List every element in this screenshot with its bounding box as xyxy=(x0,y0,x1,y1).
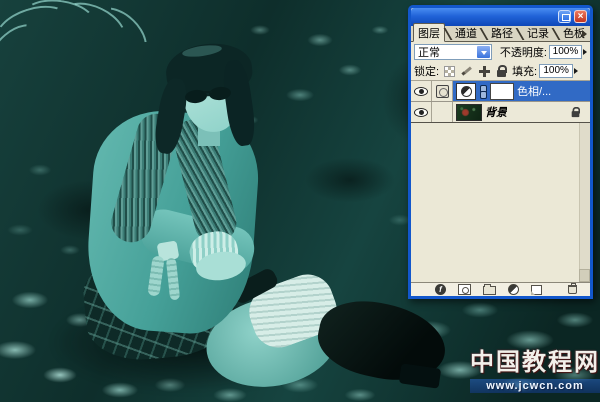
opacity-slider-arrow-icon[interactable] xyxy=(583,49,587,55)
dropdown-arrow-icon[interactable] xyxy=(475,45,491,59)
fill-label: 填充: xyxy=(512,66,538,78)
screenshot-root: 中国教程网 www.jcwcn.com × 图层 通道 路径 记录 色板 正常 … xyxy=(0,0,600,402)
layer-row-content[interactable]: 色相/... xyxy=(453,81,590,101)
link-cell[interactable] xyxy=(432,102,453,122)
delete-layer-icon[interactable] xyxy=(568,283,577,294)
tab-layers[interactable]: 图层 xyxy=(413,23,445,42)
layers-palette: × 图层 通道 路径 记录 色板 正常 不透明度: 100% 锁定: 填充: 1… xyxy=(408,5,593,299)
palette-button-bar: f xyxy=(411,282,590,296)
layer-mask-thumbnail[interactable] xyxy=(490,82,514,100)
watermark-site-name: 中国教程网 xyxy=(470,349,600,376)
layer-style-icon[interactable]: f xyxy=(435,284,446,295)
tab-channels[interactable]: 通道 xyxy=(451,24,481,41)
new-group-icon[interactable] xyxy=(483,284,496,295)
layer-row-adjustment[interactable]: 色相/... xyxy=(411,81,590,102)
mask-link-icon[interactable] xyxy=(479,84,487,99)
adjustment-icon xyxy=(460,85,472,97)
scrollbar-grip[interactable] xyxy=(579,269,590,282)
lock-buttons xyxy=(444,65,508,77)
blend-mode-value: 正常 xyxy=(418,47,440,59)
eye-icon[interactable] xyxy=(414,107,428,117)
fill-slider-arrow-icon[interactable] xyxy=(574,68,579,74)
lock-position-icon[interactable] xyxy=(479,65,491,77)
background-lock-icon xyxy=(571,106,581,118)
lock-label: 锁定: xyxy=(414,66,440,78)
fill-input[interactable]: 100% xyxy=(539,64,574,78)
close-button[interactable]: × xyxy=(574,10,587,23)
lock-pixels-icon[interactable] xyxy=(461,65,473,77)
sunglasses-bridge xyxy=(204,91,212,93)
eye-icon[interactable] xyxy=(414,86,428,96)
palette-tabs: 图层 通道 路径 记录 色板 xyxy=(411,23,590,42)
background-layer-thumbnail[interactable] xyxy=(456,103,482,121)
layer-list-empty-area xyxy=(411,123,590,282)
layer-row-content[interactable]: 背景 xyxy=(453,102,590,122)
scrollbar-track[interactable] xyxy=(579,123,590,282)
visibility-cell[interactable] xyxy=(411,102,432,122)
add-layer-mask-icon[interactable] xyxy=(458,284,471,295)
new-layer-icon[interactable] xyxy=(531,284,542,295)
layer-name[interactable]: 色相/... xyxy=(517,83,551,99)
lock-transparency-icon[interactable] xyxy=(444,65,456,77)
watermark: 中国教程网 www.jcwcn.com xyxy=(470,342,600,393)
tab-paths[interactable]: 路径 xyxy=(487,24,517,41)
new-adjustment-layer-icon[interactable] xyxy=(508,284,519,295)
tab-history[interactable]: 记录 xyxy=(523,24,553,41)
palette-menu-arrow-icon[interactable] xyxy=(582,30,587,38)
visibility-cell[interactable] xyxy=(411,81,432,101)
watermark-url: www.jcwcn.com xyxy=(470,379,600,393)
opacity-label: 不透明度: xyxy=(499,47,547,59)
girl-boot-heel xyxy=(398,363,442,389)
lock-row: 锁定: 填充: 100% xyxy=(411,61,590,80)
minimize-button[interactable] xyxy=(558,10,571,23)
mask-editing-icon xyxy=(435,84,449,98)
opacity-input[interactable]: 100% xyxy=(548,45,582,59)
blend-mode-select[interactable]: 正常 xyxy=(414,44,492,60)
layer-list: 色相/... 背景 xyxy=(411,80,590,123)
adjustment-layer-thumbnail[interactable] xyxy=(456,82,476,100)
blend-mode-row: 正常 不透明度: 100% xyxy=(411,42,590,61)
lock-all-icon[interactable] xyxy=(496,65,508,77)
mask-indicator-cell xyxy=(432,81,453,101)
layer-name[interactable]: 背景 xyxy=(485,104,507,120)
layer-row-background[interactable]: 背景 xyxy=(411,102,590,123)
